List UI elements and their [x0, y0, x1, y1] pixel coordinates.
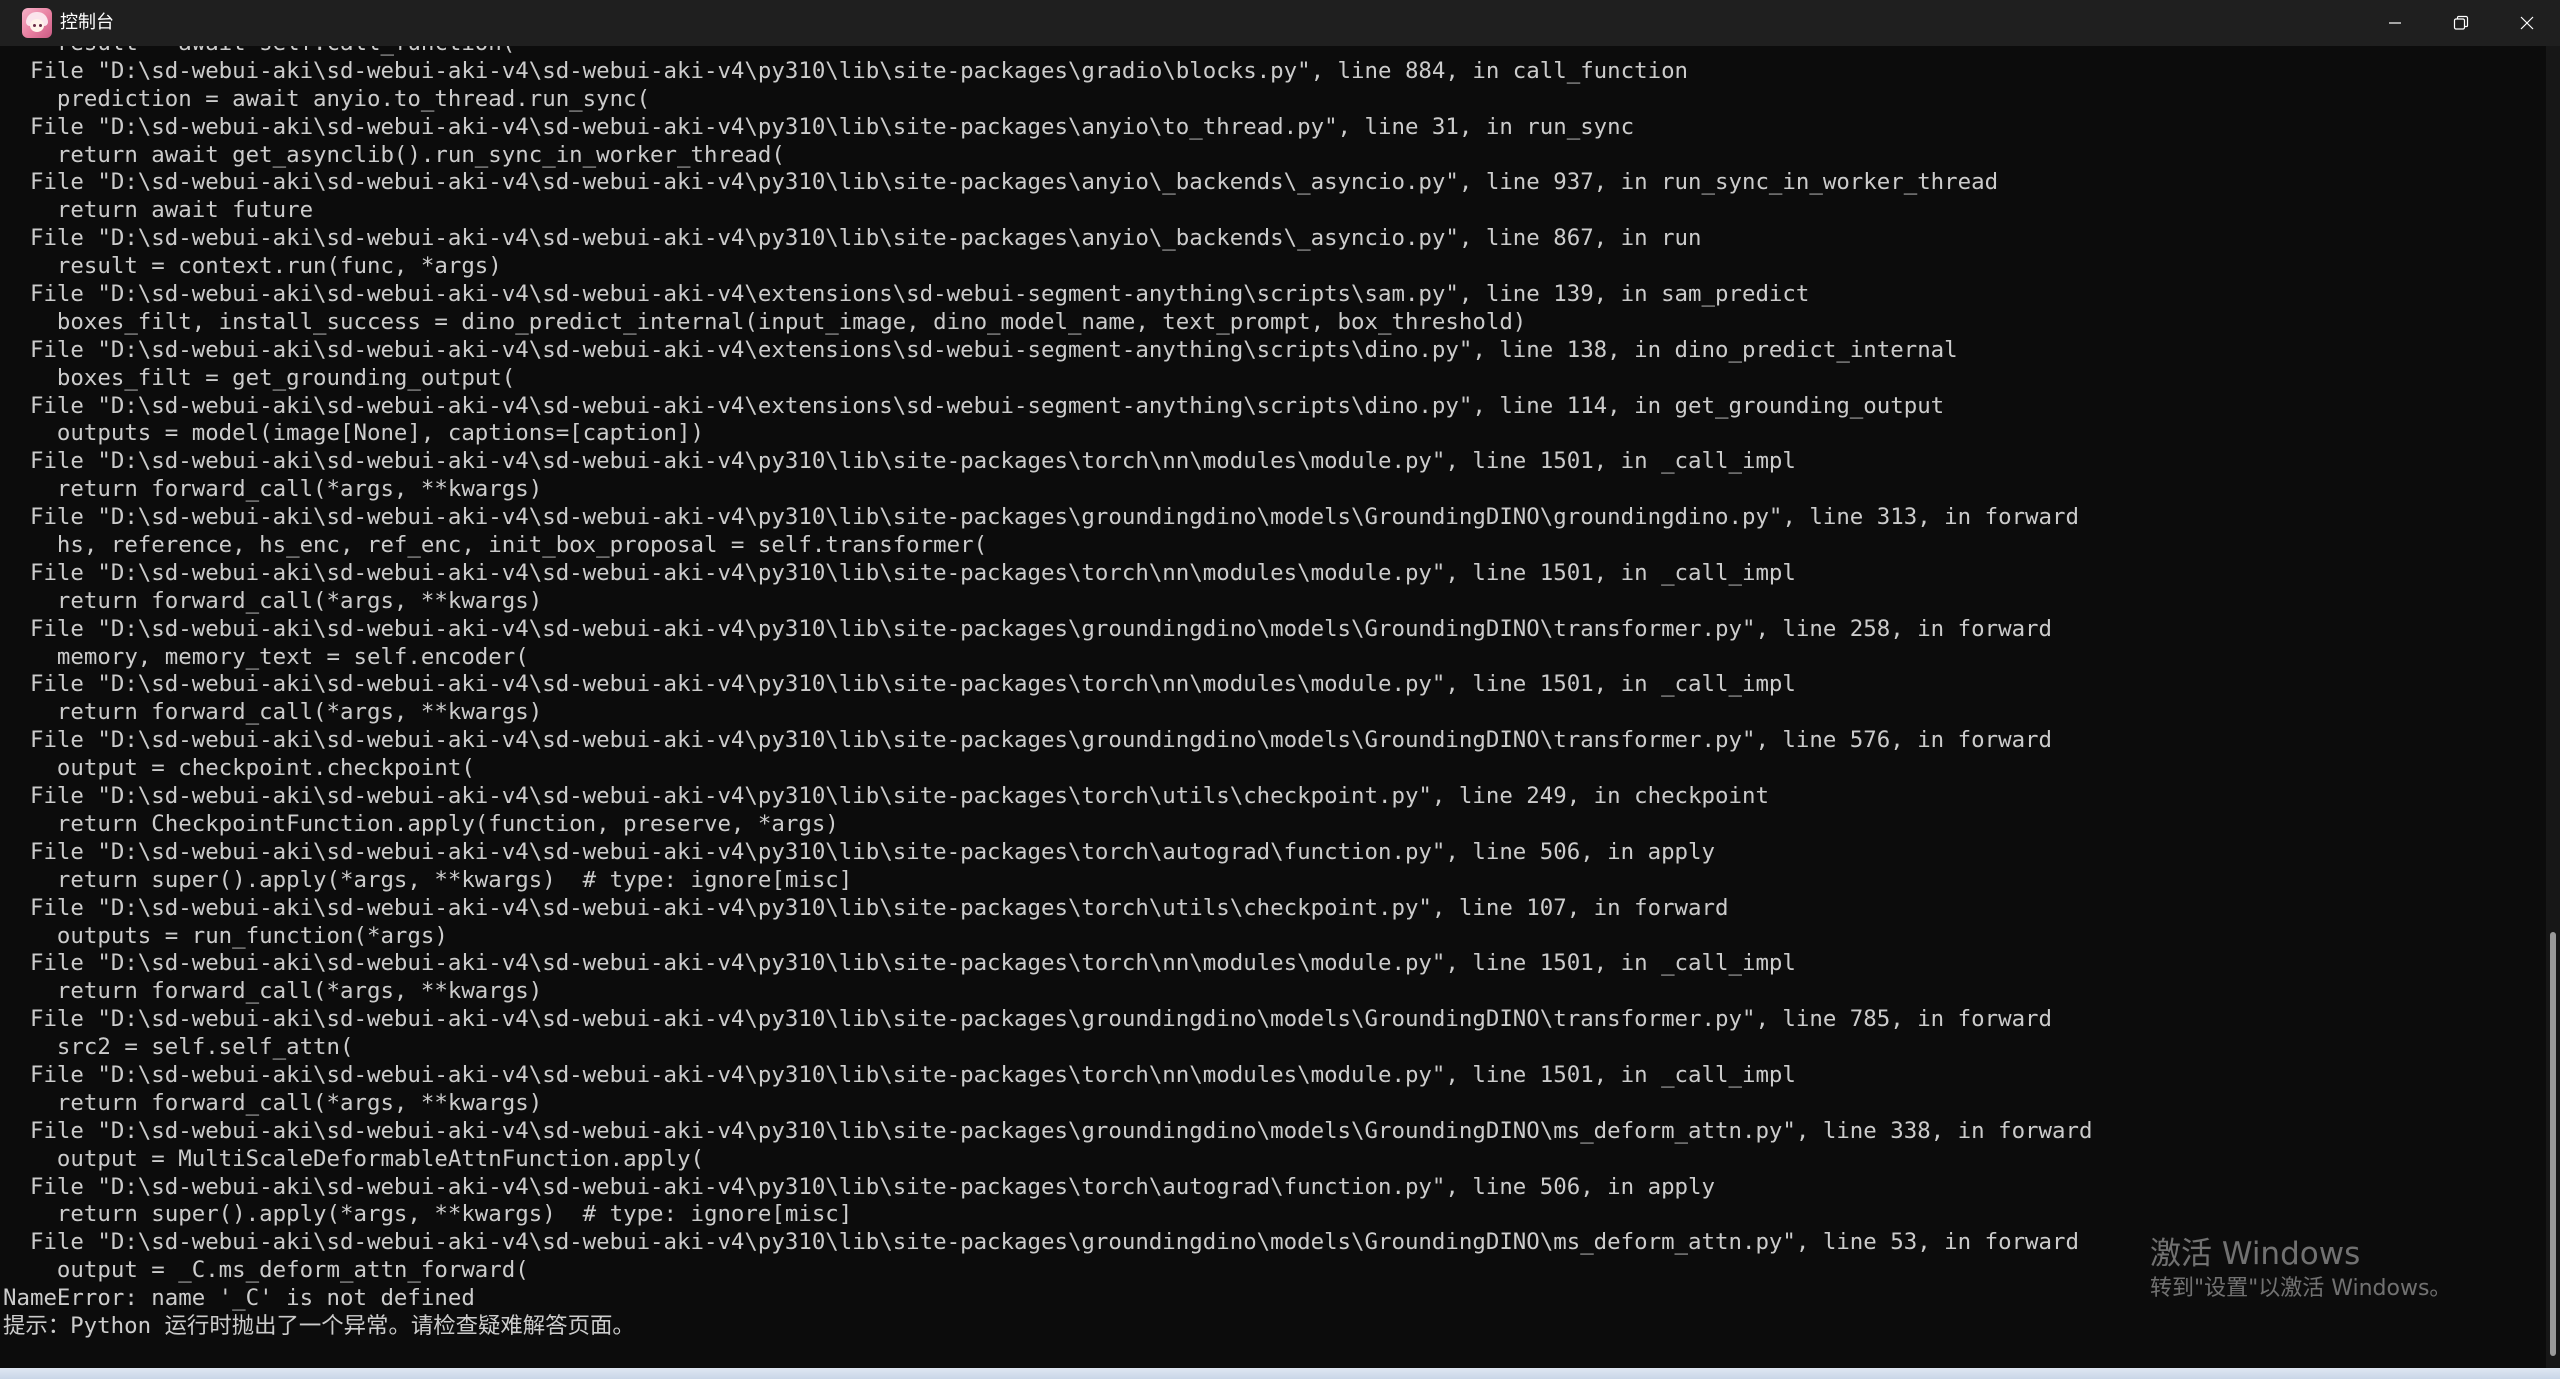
console-output[interactable]: result = await self.call_function( File …	[0, 46, 2546, 1368]
vertical-scrollbar[interactable]	[2546, 46, 2560, 1368]
console-line: File "D:\sd-webui-aki\sd-webui-aki-v4\sd…	[3, 838, 1715, 865]
console-line: return forward_call(*args, **kwargs)	[3, 978, 543, 1005]
console-line: File "D:\sd-webui-aki\sd-webui-aki-v4\sd…	[3, 504, 2079, 531]
console-line: return await get_asynclib().run_sync_in_…	[3, 141, 785, 168]
console-line: File "D:\sd-webui-aki\sd-webui-aki-v4\sd…	[3, 1117, 2093, 1144]
console-line: result = context.run(func, *args)	[3, 253, 502, 280]
console-line: boxes_filt = get_grounding_output(	[3, 364, 516, 391]
console-line: File "D:\sd-webui-aki\sd-webui-aki-v4\sd…	[3, 727, 2053, 754]
close-icon	[2519, 15, 2535, 31]
console-line: prediction = await anyio.to_thread.run_s…	[3, 85, 651, 112]
watermark-title: 激活 Windows	[2150, 1236, 2361, 1272]
console-line: File "D:\sd-webui-aki\sd-webui-aki-v4\sd…	[3, 1229, 2079, 1256]
console-line: return super().apply(*args, **kwargs) # …	[3, 1201, 853, 1228]
console-lines: result = await self.call_function( File …	[3, 46, 2092, 1341]
console-line: File "D:\sd-webui-aki\sd-webui-aki-v4\sd…	[3, 1173, 1715, 1200]
console-line: result = await self.call_function(	[3, 46, 2092, 58]
console-line: File "D:\sd-webui-aki\sd-webui-aki-v4\sd…	[3, 615, 2053, 642]
console-line: boxes_filt, install_success = dino_predi…	[3, 308, 1527, 335]
console-line: return forward_call(*args, **kwargs)	[3, 587, 543, 614]
restore-icon	[2453, 15, 2469, 31]
console-line: File "D:\sd-webui-aki\sd-webui-aki-v4\sd…	[3, 225, 1702, 252]
console-line: return forward_call(*args, **kwargs)	[3, 699, 543, 726]
window-title: 控制台	[60, 12, 114, 33]
anime-avatar-icon[interactable]	[22, 8, 52, 38]
console-line: File "D:\sd-webui-aki\sd-webui-aki-v4\sd…	[3, 950, 1796, 977]
console-line: return CheckpointFunction.apply(function…	[3, 810, 839, 837]
console-line: return forward_call(*args, **kwargs)	[3, 1089, 543, 1116]
console-line: File "D:\sd-webui-aki\sd-webui-aki-v4\sd…	[3, 57, 1689, 84]
console-line: File "D:\sd-webui-aki\sd-webui-aki-v4\sd…	[3, 448, 1796, 475]
console-line: output = checkpoint.checkpoint(	[3, 755, 475, 782]
scrollbar-thumb[interactable]	[2550, 932, 2556, 1356]
watermark-subtitle: 转到"设置"以激活 Windows。	[2150, 1276, 2452, 1301]
console-line: File "D:\sd-webui-aki\sd-webui-aki-v4\sd…	[3, 783, 1769, 810]
activation-watermark: 激活 Windows 转到"设置"以激活 Windows。	[2150, 1234, 2451, 1304]
console-line: File "D:\sd-webui-aki\sd-webui-aki-v4\sd…	[3, 169, 1999, 196]
console-line: outputs = run_function(*args)	[3, 922, 448, 949]
title-bar[interactable]: 控制台	[0, 0, 2560, 46]
console-line: output = _C.ms_deform_attn_forward(	[3, 1257, 529, 1284]
console-line: File "D:\sd-webui-aki\sd-webui-aki-v4\sd…	[3, 336, 1958, 363]
close-button[interactable]	[2494, 0, 2560, 46]
console-window: 控制台 result = await self	[0, 0, 2560, 1379]
console-line: File "D:\sd-webui-aki\sd-webui-aki-v4\sd…	[3, 671, 1796, 698]
minimize-button[interactable]	[2362, 0, 2428, 46]
console-line: return forward_call(*args, **kwargs)	[3, 476, 543, 503]
taskbar-edge	[0, 1368, 2560, 1379]
restore-button[interactable]	[2428, 0, 2494, 46]
console-line: output = MultiScaleDeformableAttnFunctio…	[3, 1145, 704, 1172]
console-line: File "D:\sd-webui-aki\sd-webui-aki-v4\sd…	[3, 1006, 2053, 1033]
console-line: File "D:\sd-webui-aki\sd-webui-aki-v4\sd…	[3, 559, 1796, 586]
console-line: File "D:\sd-webui-aki\sd-webui-aki-v4\sd…	[3, 113, 1635, 140]
console-line: NameError: name '_C' is not defined	[3, 1285, 475, 1312]
console-line: hs, reference, hs_enc, ref_enc, init_box…	[3, 532, 988, 559]
minimize-icon	[2388, 16, 2402, 30]
console-line: File "D:\sd-webui-aki\sd-webui-aki-v4\sd…	[3, 392, 1945, 419]
console-line: return super().apply(*args, **kwargs) # …	[3, 866, 853, 893]
console-line: File "D:\sd-webui-aki\sd-webui-aki-v4\sd…	[3, 1061, 1796, 1088]
console-line: return await future	[3, 197, 314, 224]
console-line: memory, memory_text = self.encoder(	[3, 643, 529, 670]
console-line: File "D:\sd-webui-aki\sd-webui-aki-v4\sd…	[3, 894, 1729, 921]
console-line: File "D:\sd-webui-aki\sd-webui-aki-v4\sd…	[3, 281, 1810, 308]
console-line: 提示：Python 运行时抛出了一个异常。请检查疑难解答页面。	[3, 1312, 635, 1339]
console-line: outputs = model(image[None], captions=[c…	[3, 420, 704, 447]
console-line: src2 = self.self_attn(	[3, 1034, 354, 1061]
